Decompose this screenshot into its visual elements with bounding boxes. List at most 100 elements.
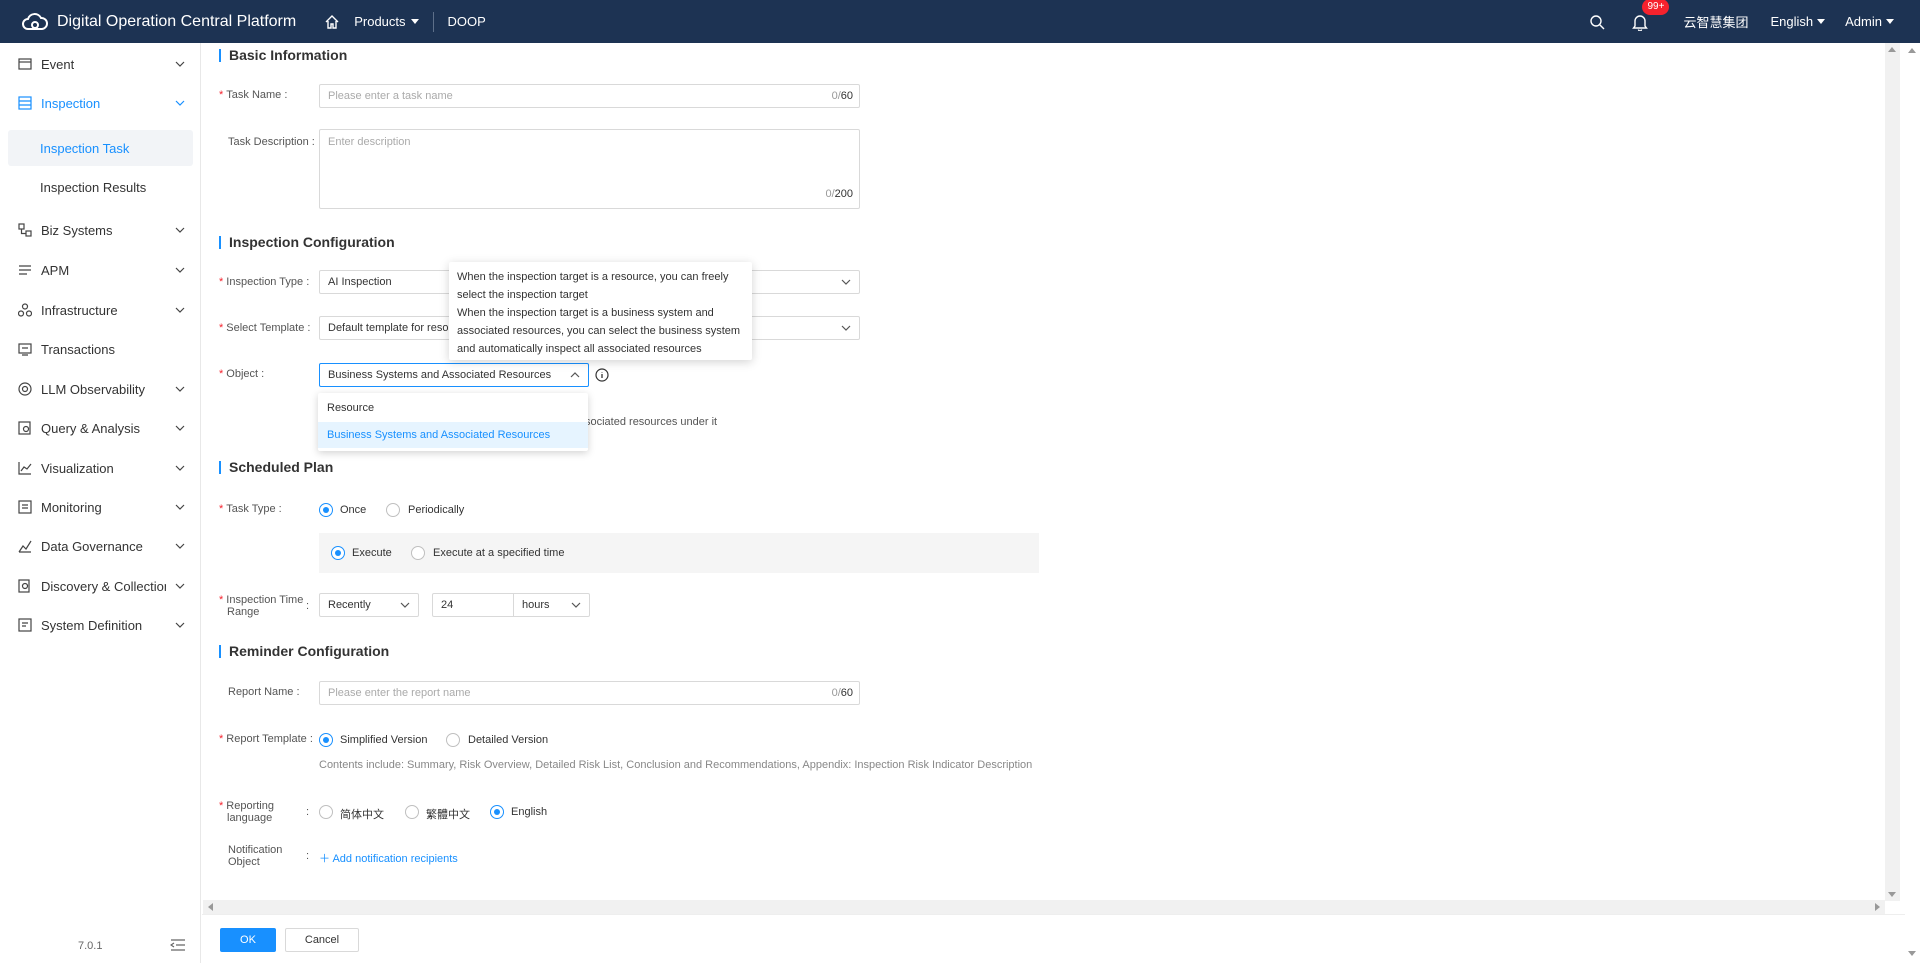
collapse-sidebar-icon[interactable] [170,938,186,952]
radio-detailed-label: Detailed Version [468,734,549,746]
discovery-icon [18,579,30,593]
chevron-down-icon [175,61,185,67]
user-menu[interactable]: Admin [1845,14,1894,29]
sidebar-item-discovery-collection[interactable]: Discovery & Collection [0,571,201,601]
radio-lang-english[interactable] [490,805,504,819]
language-menu[interactable]: English [1771,14,1826,29]
radio-execute[interactable] [331,546,345,560]
dropdown-option-resource[interactable]: Resource [318,395,588,421]
ok-button[interactable]: OK [220,928,276,952]
task-name-label: * Task Name : [219,89,288,101]
scroll-down-icon[interactable] [1888,890,1896,898]
inspection-type-label: * Inspection Type : [219,276,310,288]
radio-once-label: Once [340,504,367,516]
radio-execute-at-time-label: Execute at a specified time [433,547,565,559]
sidebar-item-data-governance[interactable]: Data Governance [0,531,201,561]
org-name[interactable]: 云智慧集团 [1683,12,1748,31]
tooltip-line: When the inspection target is a business… [457,307,741,355]
scroll-left-icon[interactable] [207,903,215,911]
sidebar-item-query-analysis[interactable]: Query & Analysis [0,413,201,443]
time-range-unit-select[interactable]: hours [513,593,590,617]
object-dropdown-menu: Resource Business Systems and Associated… [318,393,588,451]
sidebar-item-transactions[interactable]: Transactions [0,334,201,364]
sidebar-subitem-inspection-task[interactable]: Inspection Task [8,130,193,166]
radio-lang-simplified-chinese[interactable] [319,805,333,819]
chevron-up-icon [570,372,580,378]
scroll-up-icon[interactable] [1908,47,1916,55]
app-title: Digital Operation Central Platform [57,12,297,30]
object-label: * Object : [219,368,265,380]
radio-execute-at-time[interactable] [411,546,425,560]
user-label: Admin [1845,14,1882,29]
sidebar-item-label: Query & Analysis [41,420,140,436]
time-range-value-input[interactable]: 24 [432,593,514,617]
caret-down-icon [1817,19,1826,24]
sidebar-item-event[interactable]: Event [0,49,201,79]
sidebar-item-system-definition[interactable]: System Definition [0,610,201,640]
sidebar-item-label: APM [41,262,70,278]
bell-icon [1632,14,1649,31]
report-name-input[interactable]: Please enter the report name 0/60 [319,681,860,705]
object-select[interactable]: Business Systems and Associated Resource… [319,363,589,387]
sidebar-item-llm-observability[interactable]: LLM Observability [0,374,201,404]
dropdown-option-business-systems[interactable]: Business Systems and Associated Resource… [318,422,588,448]
query-icon [18,421,31,435]
chevron-down-icon [175,504,185,510]
sidebar-subitem-inspection-results[interactable]: Inspection Results [8,169,193,205]
biz-systems-icon [18,223,32,237]
task-description-placeholder: Enter description [328,136,411,148]
sidebar-item-biz-systems[interactable]: Biz Systems [0,215,201,245]
section-title-reminder: Reminder Configuration [219,643,389,659]
report-name-label: Report Name : [228,686,300,698]
radio-lang-en-label: English [511,806,548,818]
notifications-button[interactable]: 99+ [1632,0,1670,31]
scroll-down-icon[interactable] [1908,949,1916,957]
radio-lang-traditional-chinese[interactable] [405,805,419,819]
sidebar-item-inspection[interactable]: Inspection [0,88,201,118]
sidebar-item-visualization[interactable]: Visualization [0,453,201,483]
main-content: Basic Information * Task Name : Please en… [202,43,1885,901]
sidebar-item-label: LLM Observability [41,381,146,397]
sidebar-item-infrastructure[interactable]: Infrastructure [0,295,201,325]
sidebar-item-label: Inspection [41,95,101,111]
task-type-label: * Task Type : [219,503,282,515]
cancel-button[interactable]: Cancel [285,928,359,952]
time-range-mode-select[interactable]: Recently [319,593,419,617]
task-name-placeholder: Please enter a task name [328,90,453,102]
visualization-icon [18,462,32,475]
vertical-scrollbar-page[interactable] [1905,43,1920,963]
products-menu[interactable]: Products [354,14,419,29]
sidebar-item-monitoring[interactable]: Monitoring [0,492,201,522]
scroll-right-icon[interactable] [1873,903,1881,911]
time-range-mode-value: Recently [328,599,371,611]
task-description-input[interactable]: Enter description 0/200 [319,129,860,209]
horizontal-scrollbar[interactable] [203,900,1885,914]
time-range-unit-value: hours [522,599,550,611]
time-range-value: 24 [441,599,454,611]
info-icon[interactable] [595,368,609,382]
form-footer: OK Cancel [202,914,1905,963]
products-label: Products [354,14,406,29]
char-counter: 0/200 [825,188,853,200]
object-value: Business Systems and Associated Resource… [328,369,552,381]
search-icon[interactable] [1589,14,1605,30]
radio-detailed-version[interactable] [446,733,460,747]
label-colon: : [306,850,310,862]
chevron-down-icon [571,602,581,608]
home-icon[interactable] [324,14,340,30]
radio-simplified-label: Simplified Version [340,734,428,746]
radio-once[interactable] [319,503,333,517]
select-template-label: * Select Template : [219,322,311,334]
add-notification-recipients-link[interactable]: ＋ Add notification recipients [319,850,458,866]
task-name-input[interactable]: Please enter a task name 0/60 [319,84,860,108]
chevron-down-icon [175,386,185,392]
sidebar-item-apm[interactable]: APM [0,255,201,285]
chevron-down-icon [175,227,185,233]
radio-simplified-version[interactable] [319,733,333,747]
chevron-down-icon [841,279,851,285]
radio-periodically-label: Periodically [408,504,465,516]
chevron-down-icon [841,325,851,331]
radio-periodically[interactable] [386,503,400,517]
scroll-up-icon[interactable] [1888,46,1896,54]
vertical-scrollbar-inner[interactable] [1885,43,1900,901]
